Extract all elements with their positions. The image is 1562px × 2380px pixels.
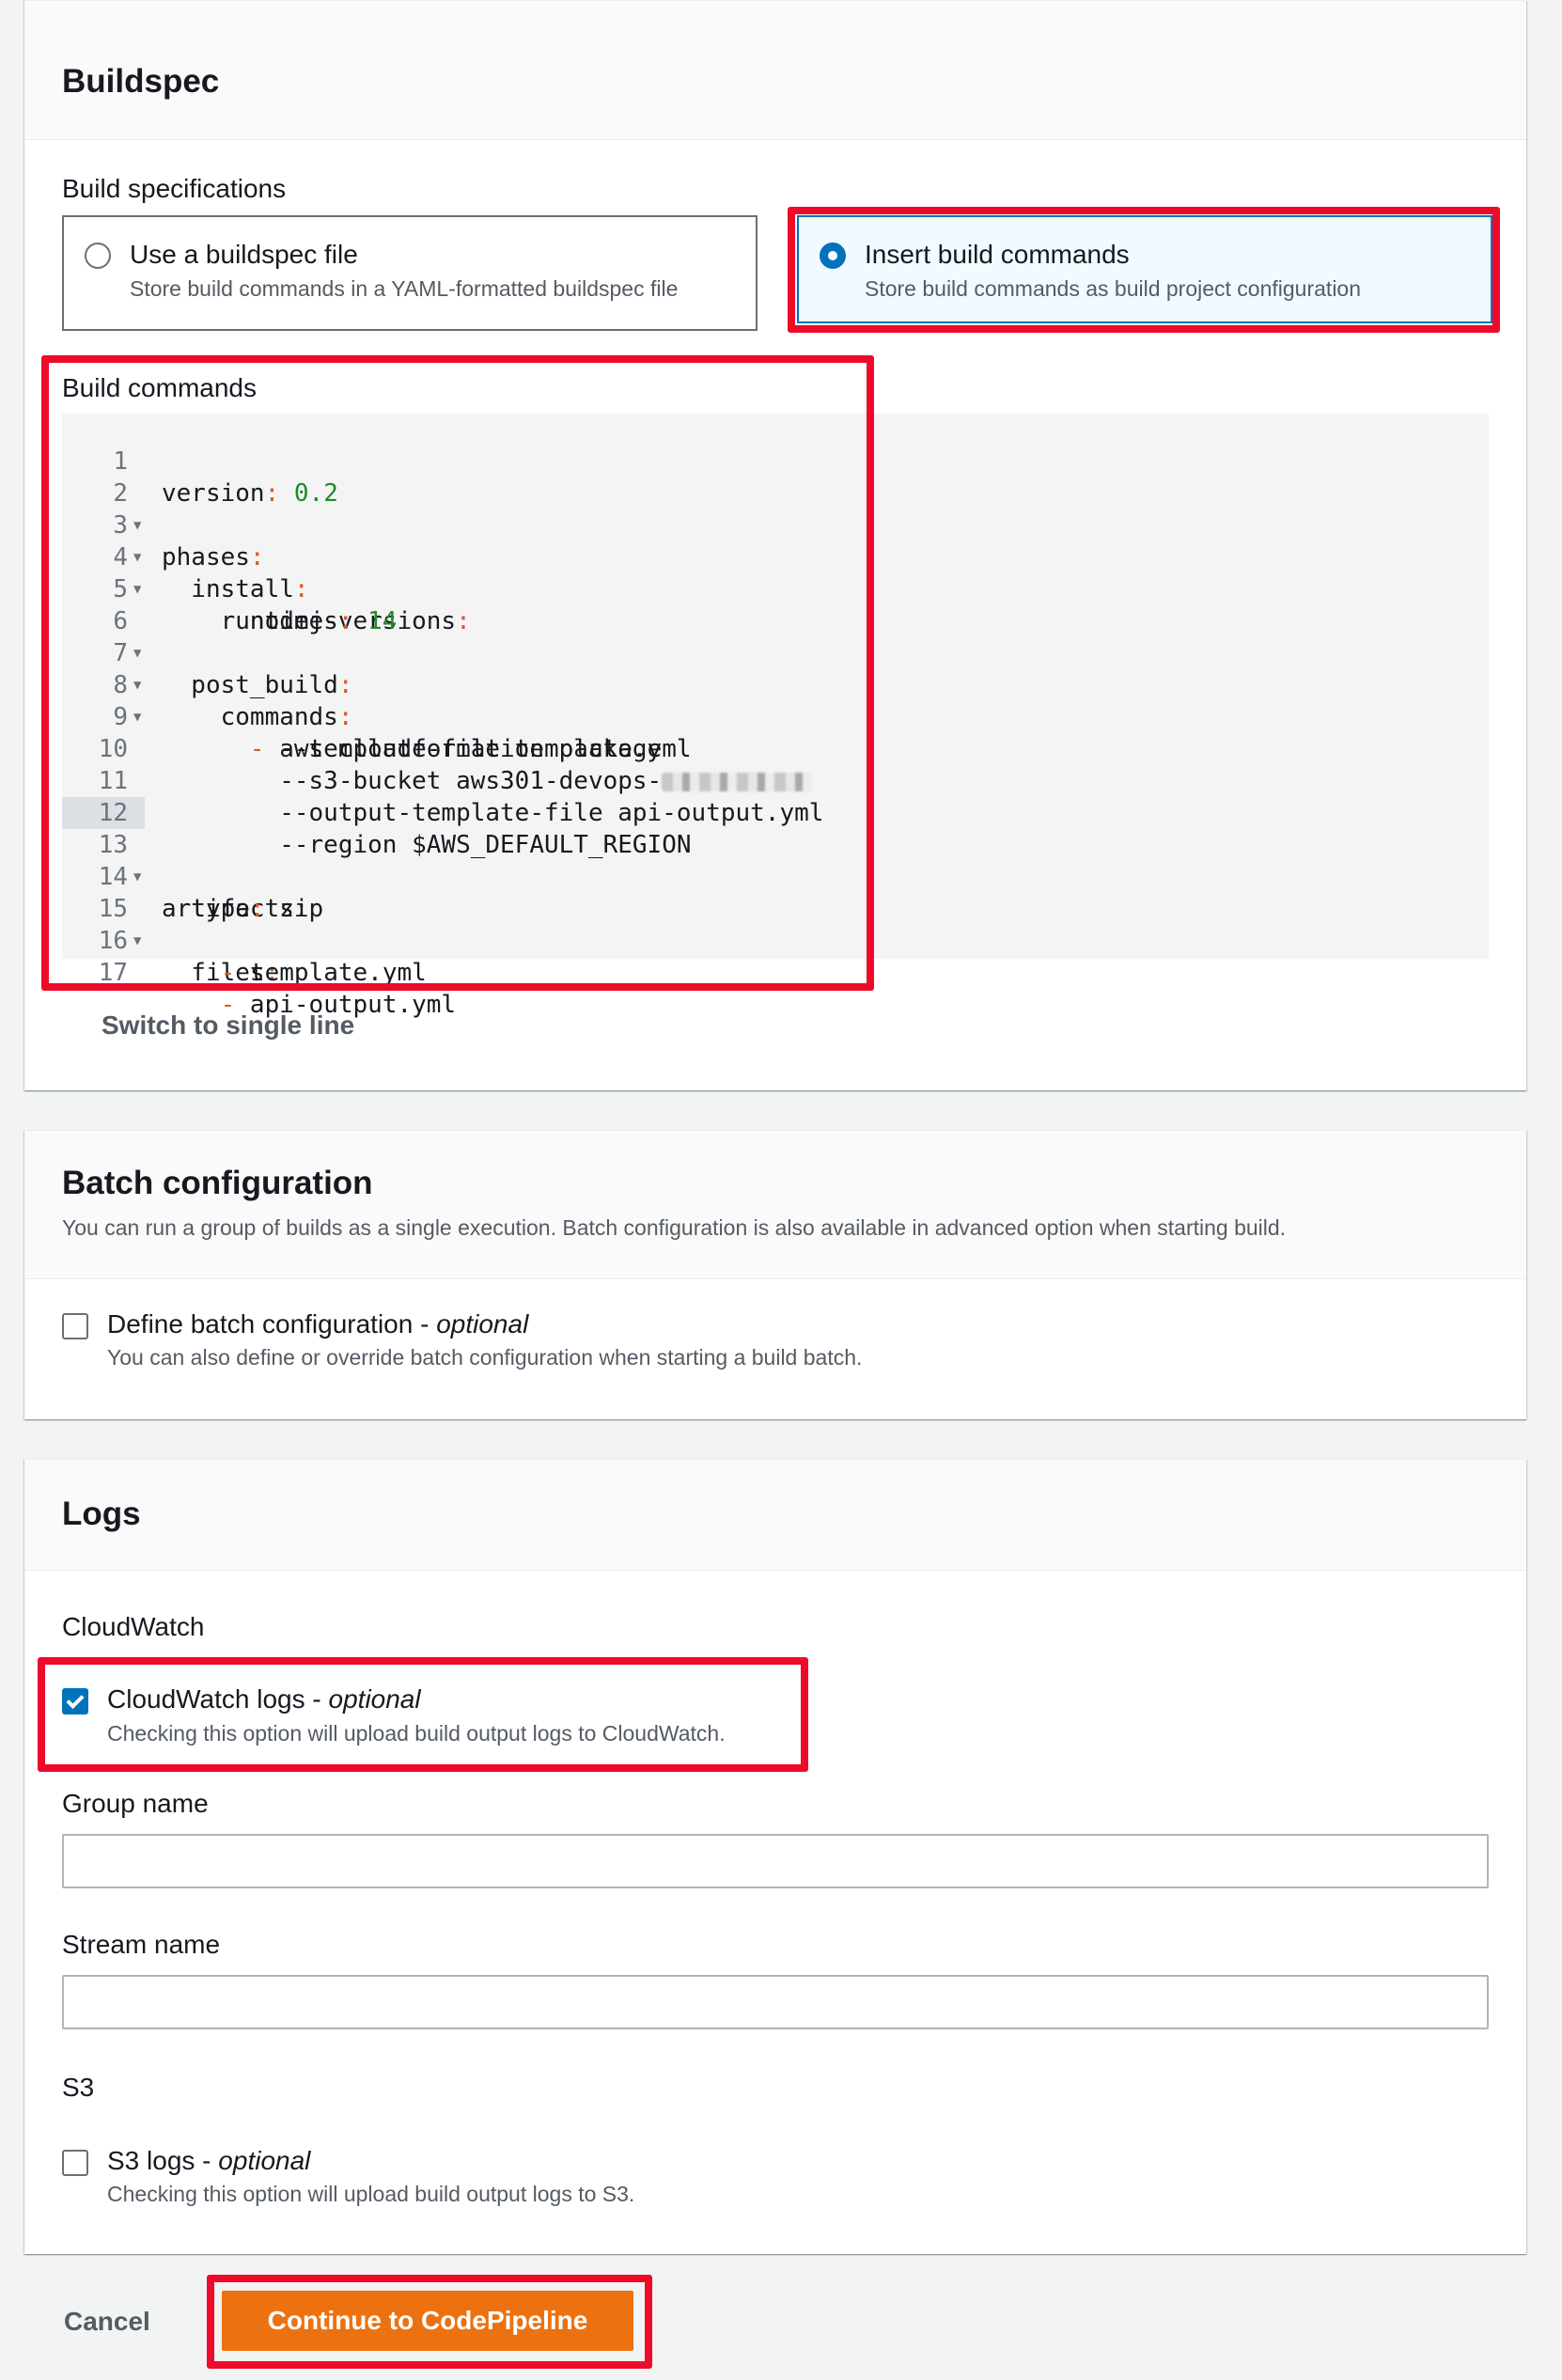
cloudwatch-logs-label: CloudWatch logs - optional bbox=[107, 1684, 421, 1715]
code-line: 12 --region $AWS_DEFAULT_REGION bbox=[62, 765, 692, 859]
cancel-button[interactable]: Cancel bbox=[41, 2299, 173, 2344]
check-icon bbox=[66, 1690, 85, 1710]
option-insert-build-commands-title: Insert build commands bbox=[865, 240, 1130, 269]
line-number: 17 bbox=[98, 959, 128, 987]
code-line: 17 - api-output.yml bbox=[62, 925, 456, 1019]
define-batch-sep: - bbox=[413, 1309, 437, 1339]
code-line: 10 --s3-bucket aws301-devops- bbox=[62, 701, 813, 795]
option-use-buildspec-file[interactable]: Use a buildspec file Store build command… bbox=[62, 215, 758, 331]
define-batch-configuration-text: Define batch configuration bbox=[107, 1309, 414, 1339]
group-name-label: Group name bbox=[62, 1789, 209, 1818]
s3-label: S3 bbox=[62, 2073, 95, 2102]
code-line: 3 ▼ install: bbox=[62, 478, 308, 603]
code-text: nodejs: 14 bbox=[162, 607, 398, 635]
stream-name-input[interactable] bbox=[62, 1975, 1489, 2029]
radio-insert-build-commands[interactable] bbox=[820, 243, 846, 269]
option-use-buildspec-file-title: Use a buildspec file bbox=[130, 240, 358, 269]
batch-title: Batch configuration bbox=[62, 1165, 373, 1201]
code-line: 4 ▼ runtime-versions: bbox=[62, 509, 470, 635]
code-text: commands: bbox=[162, 703, 353, 731]
logs-header: Logs bbox=[24, 1460, 1526, 1571]
build-specifications-label: Build specifications bbox=[62, 174, 287, 203]
radio-use-buildspec-file[interactable] bbox=[85, 243, 111, 269]
code-text: --output-template-file api-output.yml bbox=[162, 799, 824, 827]
code-line: 16 - template.yml bbox=[62, 893, 427, 987]
code-line: 7 ▼ commands: bbox=[62, 605, 352, 731]
option-use-buildspec-file-desc: Store build commands in a YAML-formatted… bbox=[130, 276, 679, 301]
s3-logs-label: S3 logs - optional bbox=[107, 2146, 310, 2176]
batch-description: You can run a group of builds as a singl… bbox=[62, 1215, 1287, 1240]
code-text: - template.yml bbox=[220, 959, 427, 987]
code-line: 5 nodejs: 14 bbox=[62, 541, 397, 635]
buildspec-panel: Buildspec Build specifications Use a bui… bbox=[24, 0, 1526, 1090]
code-text: --region $AWS_DEFAULT_REGION bbox=[162, 831, 692, 859]
build-commands-label: Build commands bbox=[62, 373, 257, 402]
batch-header: Batch configuration You can run a group … bbox=[24, 1131, 1526, 1279]
code-text: --s3-bucket aws301-devops- bbox=[162, 765, 813, 797]
code-text: install: bbox=[162, 575, 309, 603]
code-line: 6 ▼ post_build: bbox=[62, 573, 352, 699]
logs-panel: Logs CloudWatch CloudWatch logs - option… bbox=[24, 1459, 1526, 2254]
s3-logs-text: S3 logs bbox=[107, 2146, 195, 2175]
cloudwatch-logs-desc: Checking this option will upload build o… bbox=[107, 1721, 726, 1746]
code-line: 11 --output-template-file api-output.yml bbox=[62, 733, 824, 827]
s3-logs-checkbox[interactable] bbox=[62, 2150, 88, 2176]
code-text: version: 0.2 bbox=[162, 479, 338, 508]
buildspec-header: Buildspec bbox=[24, 1, 1526, 140]
code-text: phases: bbox=[162, 543, 265, 572]
redacted-blur bbox=[662, 772, 813, 791]
define-batch-configuration-checkbox[interactable] bbox=[62, 1313, 88, 1339]
batch-configuration-panel: Batch configuration You can run a group … bbox=[24, 1130, 1526, 1419]
define-batch-configuration-label: Define batch configuration - optional bbox=[107, 1309, 528, 1339]
option-insert-build-commands-desc: Store build commands as build project co… bbox=[865, 276, 1362, 301]
code-text: type: zip bbox=[162, 895, 324, 923]
buildspec-title: Buildspec bbox=[62, 63, 220, 100]
code-text: post_build: bbox=[162, 671, 353, 699]
code-line: 13 ▼ artifacts: bbox=[62, 797, 309, 923]
logs-title: Logs bbox=[62, 1495, 141, 1532]
code-line: 14 type: zip bbox=[62, 829, 324, 923]
build-commands-editor[interactable]: 1 version: 0.2 2 ▼ phases: 3 ▼ install: … bbox=[62, 414, 1489, 1019]
s3-logs-optional: optional bbox=[218, 2146, 311, 2175]
s3-logs-desc: Checking this option will upload build o… bbox=[107, 2182, 635, 2206]
define-batch-optional: optional bbox=[436, 1309, 529, 1339]
code-line: 8 ▼ - aws cloudformation package bbox=[62, 637, 662, 763]
code-line: 9 --template-file template.yml bbox=[62, 669, 691, 763]
option-insert-build-commands[interactable]: Insert build commands Store build comman… bbox=[797, 215, 1492, 323]
cloudwatch-logs-checkbox[interactable] bbox=[62, 1688, 88, 1715]
code-text: --template-file template.yml bbox=[162, 735, 692, 763]
code-line: 2 ▼ phases: bbox=[62, 446, 264, 572]
continue-to-codepipeline-button[interactable]: Continue to CodePipeline bbox=[222, 2291, 633, 2351]
cloudwatch-logs-sep: - bbox=[305, 1684, 329, 1714]
switch-to-single-line-link[interactable]: Switch to single line bbox=[102, 1010, 354, 1041]
code-line: 15 ▼ files: bbox=[62, 861, 280, 987]
define-batch-configuration-desc: You can also define or override batch co… bbox=[107, 1345, 863, 1370]
cloudwatch-logs-optional: optional bbox=[328, 1684, 421, 1714]
cloudwatch-logs-text: CloudWatch logs bbox=[107, 1684, 305, 1714]
code-line: 1 version: 0.2 bbox=[62, 414, 338, 508]
s3-logs-sep: - bbox=[195, 2146, 219, 2175]
stream-name-label: Stream name bbox=[62, 1930, 221, 1959]
cloudwatch-label: CloudWatch bbox=[62, 1612, 205, 1641]
group-name-input[interactable] bbox=[62, 1834, 1489, 1888]
